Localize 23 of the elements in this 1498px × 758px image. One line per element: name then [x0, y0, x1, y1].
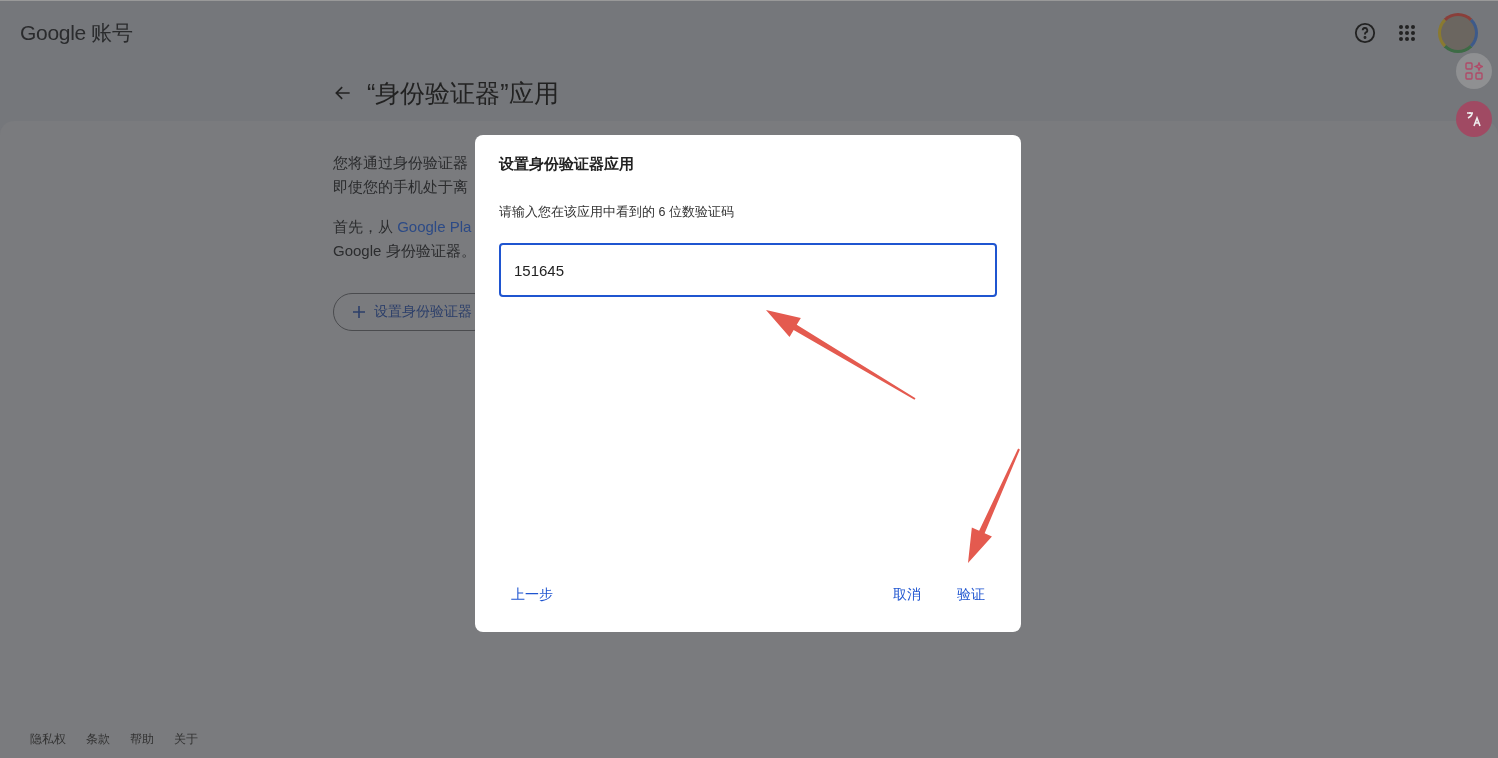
page-title: “身份验证器”应用 — [367, 77, 559, 109]
paragraph-line: Google 身份验证器。 — [333, 241, 476, 261]
footer-link[interactable]: 条款 — [86, 731, 110, 748]
code-input-field[interactable]: 151645 — [499, 243, 997, 297]
footer-link[interactable]: 关于 — [174, 731, 198, 748]
dialog-button[interactable]: 验证 — [945, 578, 997, 612]
translate-button[interactable] — [1456, 101, 1492, 137]
paragraph-line: 首先，从 Google Pla — [333, 217, 472, 237]
store-link[interactable]: Google Pla — [397, 218, 472, 235]
dialog-title: 设置身份验证器应用 — [499, 155, 635, 174]
plus-icon — [352, 305, 366, 319]
help-icon[interactable] — [1354, 22, 1376, 44]
apps-grid-icon[interactable] — [1398, 24, 1416, 42]
paragraph-line: 您将通过身份验证器 — [333, 153, 468, 173]
logo: Google 账号 — [20, 20, 133, 46]
footer-link[interactable]: 帮助 — [130, 731, 154, 748]
sparkle-grid-icon — [1465, 62, 1483, 80]
dialog-button[interactable]: 取消 — [881, 578, 933, 612]
translate-icon — [1464, 109, 1484, 129]
footer-link[interactable]: 隐私权 — [30, 731, 66, 748]
back-button[interactable]: 上一步 — [499, 578, 565, 612]
paragraph-line: 即使您的手机处于离 — [333, 177, 468, 197]
dialog-instruction: 请输入您在该应用中看到的 6 位数验证码 — [499, 204, 735, 221]
